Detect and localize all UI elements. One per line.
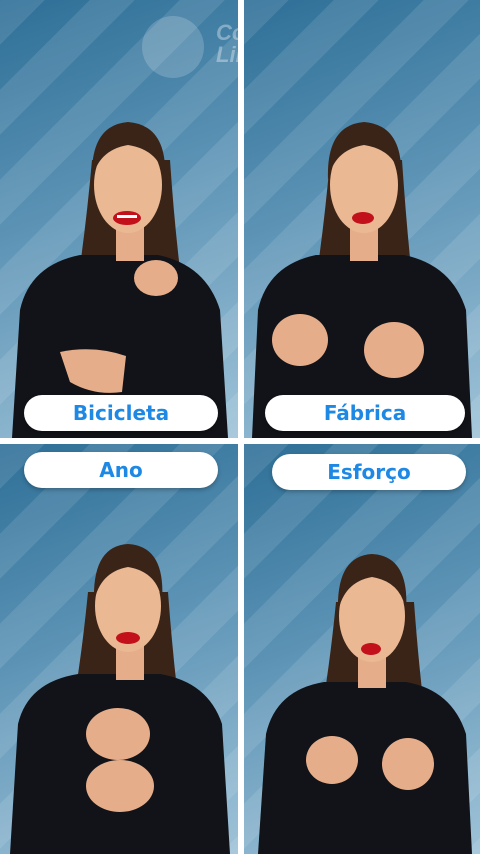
sign-label-ano: Ano	[24, 452, 218, 488]
sign-label-text: Fábrica	[323, 401, 407, 425]
sign-panel-esforco	[244, 444, 480, 854]
interpreter-image	[10, 544, 230, 854]
brand-name: Conecte Libras	[216, 22, 238, 66]
sign-label-fabrica: Fábrica	[265, 395, 465, 431]
hands-logo-icon	[142, 16, 204, 78]
brand-name-line1: Conecte	[216, 20, 238, 45]
brand-name-line2: Libras	[216, 42, 238, 67]
sign-label-text: Esforço	[327, 460, 411, 484]
interpreter-image	[252, 122, 472, 438]
sign-label-text: Bicicleta	[72, 401, 170, 425]
sign-panel-ano	[0, 444, 238, 854]
sign-label-bicicleta: Bicicleta	[24, 395, 218, 431]
sign-panel-bicicleta: Conecte Libras	[0, 0, 238, 438]
sign-label-esforco: Esforço	[272, 454, 466, 490]
brand-logo: Conecte Libras	[142, 16, 238, 78]
sign-label-text: Ano	[99, 458, 143, 482]
sign-grid: Conecte Libras	[0, 0, 480, 854]
interpreter-image	[258, 554, 472, 854]
sign-panel-fabrica	[244, 0, 480, 438]
